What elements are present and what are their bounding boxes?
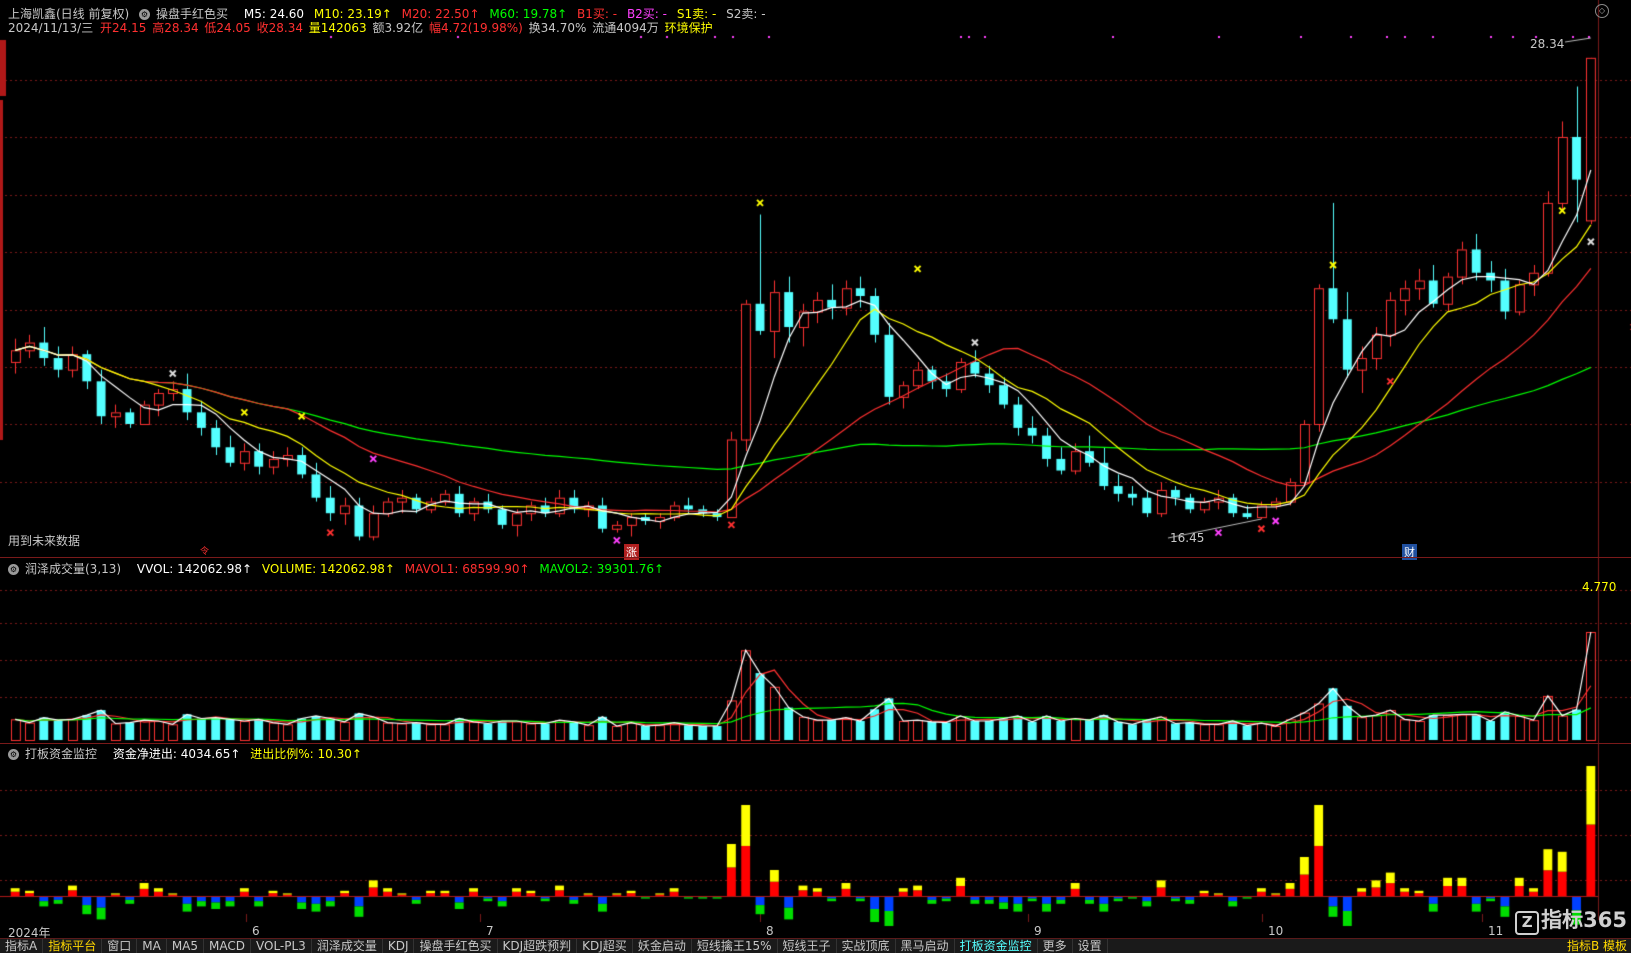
volume-pane-header: ⚙ 润泽成交量(3,13) VVOL: 142062.98↑ VOLUME: 14… <box>8 560 670 577</box>
x-axis-label: 10 <box>1268 924 1284 938</box>
brand-logo: Z 指标365 <box>1515 904 1627 935</box>
money-pane-header: ⚙ 打板资金监控 资金净进出: 4034.65↑ 进出比例%: 10.30↑ <box>8 745 368 762</box>
tab-13[interactable]: 短线擒王15% <box>692 939 778 953</box>
x-axis-label: 9 <box>1034 924 1042 938</box>
high-price-label: 28.34 <box>1530 37 1565 51</box>
money-pane-border <box>0 743 1631 744</box>
quote-volume: 量142063 <box>308 21 367 35</box>
quote-sector[interactable]: 环境保护 <box>665 21 713 35</box>
volume-gear-icon[interactable]: ⚙ 润泽成交量(3,13) <box>8 562 127 576</box>
tab-1[interactable]: 指标平台 <box>43 939 103 953</box>
money-net-value: 资金净进出: 4034.65↑ <box>112 747 241 761</box>
tab-6[interactable]: VOL-PL3 <box>251 939 312 953</box>
tab-19[interactable]: 设置 <box>1073 939 1108 953</box>
stock-chart-canvas[interactable] <box>0 0 1631 953</box>
money-pane-title[interactable]: 打板资金监控 <box>25 747 97 761</box>
tab-4[interactable]: MA5 <box>167 939 205 953</box>
tab-12[interactable]: 妖金启动 <box>633 939 692 953</box>
future-data-note: 用到未来数据 <box>8 534 81 548</box>
collapse-chevron-icon[interactable]: ◇ <box>1595 4 1609 18</box>
mavol1-value: MAVOL1: 68599.90↑ <box>404 562 530 576</box>
tab-18[interactable]: 更多 <box>1038 939 1073 953</box>
money-gear-icon[interactable]: ⚙ 打板资金监控 <box>8 747 103 761</box>
volume-pane-border <box>0 557 1631 558</box>
low-price-label: 16.45 <box>1170 531 1205 545</box>
quote-close: 收28.34 <box>256 21 303 35</box>
tab-11[interactable]: KDJ超买 <box>577 939 633 953</box>
tab-14[interactable]: 短线王子 <box>778 939 837 953</box>
x-axis-label: 11 <box>1488 924 1504 938</box>
tab-9[interactable]: 操盘手红色买 <box>414 939 498 953</box>
main-header-row2: 2024/11/13/三 开24.15 高28.34 低24.05 收28.34… <box>8 19 719 36</box>
s2-value: S2卖: - <box>726 7 766 21</box>
quote-turnover: 换34.70% <box>528 21 587 35</box>
indicator-tab-bar: 指标A 指标平台 窗口 MA MA5 MACD VOL-PL3 润泽成交量 KDJ 操盘手红色买 K… <box>0 938 1631 953</box>
logo-text: 指标365 <box>1541 908 1627 932</box>
quote-open: 开24.15 <box>100 21 147 35</box>
logo-mark-icon: Z <box>1515 911 1540 935</box>
volume-pane-title[interactable]: 润泽成交量(3,13) <box>25 562 121 576</box>
vvol-value: VVOL: 142062.98↑ <box>136 562 253 576</box>
tab-8[interactable]: KDJ <box>383 939 415 953</box>
right-tab-group[interactable]: 指标B 模板 <box>1566 939 1627 953</box>
left-marker[interactable]: 令 <box>200 544 209 557</box>
tab-16[interactable]: 黑马启动 <box>896 939 955 953</box>
quote-high: 高28.34 <box>152 21 199 35</box>
quote-change: 幅4.72(19.98%) <box>429 21 523 35</box>
tab-3[interactable]: MA <box>137 939 167 953</box>
x-axis-label: 6 <box>252 924 260 938</box>
tab-7[interactable]: 润泽成交量 <box>312 939 383 953</box>
tab-5[interactable]: MACD <box>204 939 251 953</box>
tab-0[interactable]: 指标A <box>0 939 44 953</box>
quote-low: 低24.05 <box>204 21 251 35</box>
x-axis-label: 8 <box>766 924 774 938</box>
volume-value: VOLUME: 142062.98↑ <box>261 562 395 576</box>
quote-date: 2024/11/13/三 <box>8 21 94 35</box>
quote-amount: 额3.92亿 <box>372 21 424 35</box>
tab-17[interactable]: 打板资金监控 <box>955 939 1038 953</box>
quote-float: 流通4094万 <box>592 21 659 35</box>
tab-10[interactable]: KDJ超跌预判 <box>498 939 578 953</box>
volume-max-label: 4.770 <box>1582 580 1617 594</box>
mavol2-value: MAVOL2: 39301.76↑ <box>539 562 665 576</box>
tab-15[interactable]: 实战顶底 <box>837 939 896 953</box>
x-axis-label: 7 <box>486 924 494 938</box>
tab-2[interactable]: 窗口 <box>102 939 138 953</box>
money-ratio-value: 进出比例%: 10.30↑ <box>250 747 362 761</box>
